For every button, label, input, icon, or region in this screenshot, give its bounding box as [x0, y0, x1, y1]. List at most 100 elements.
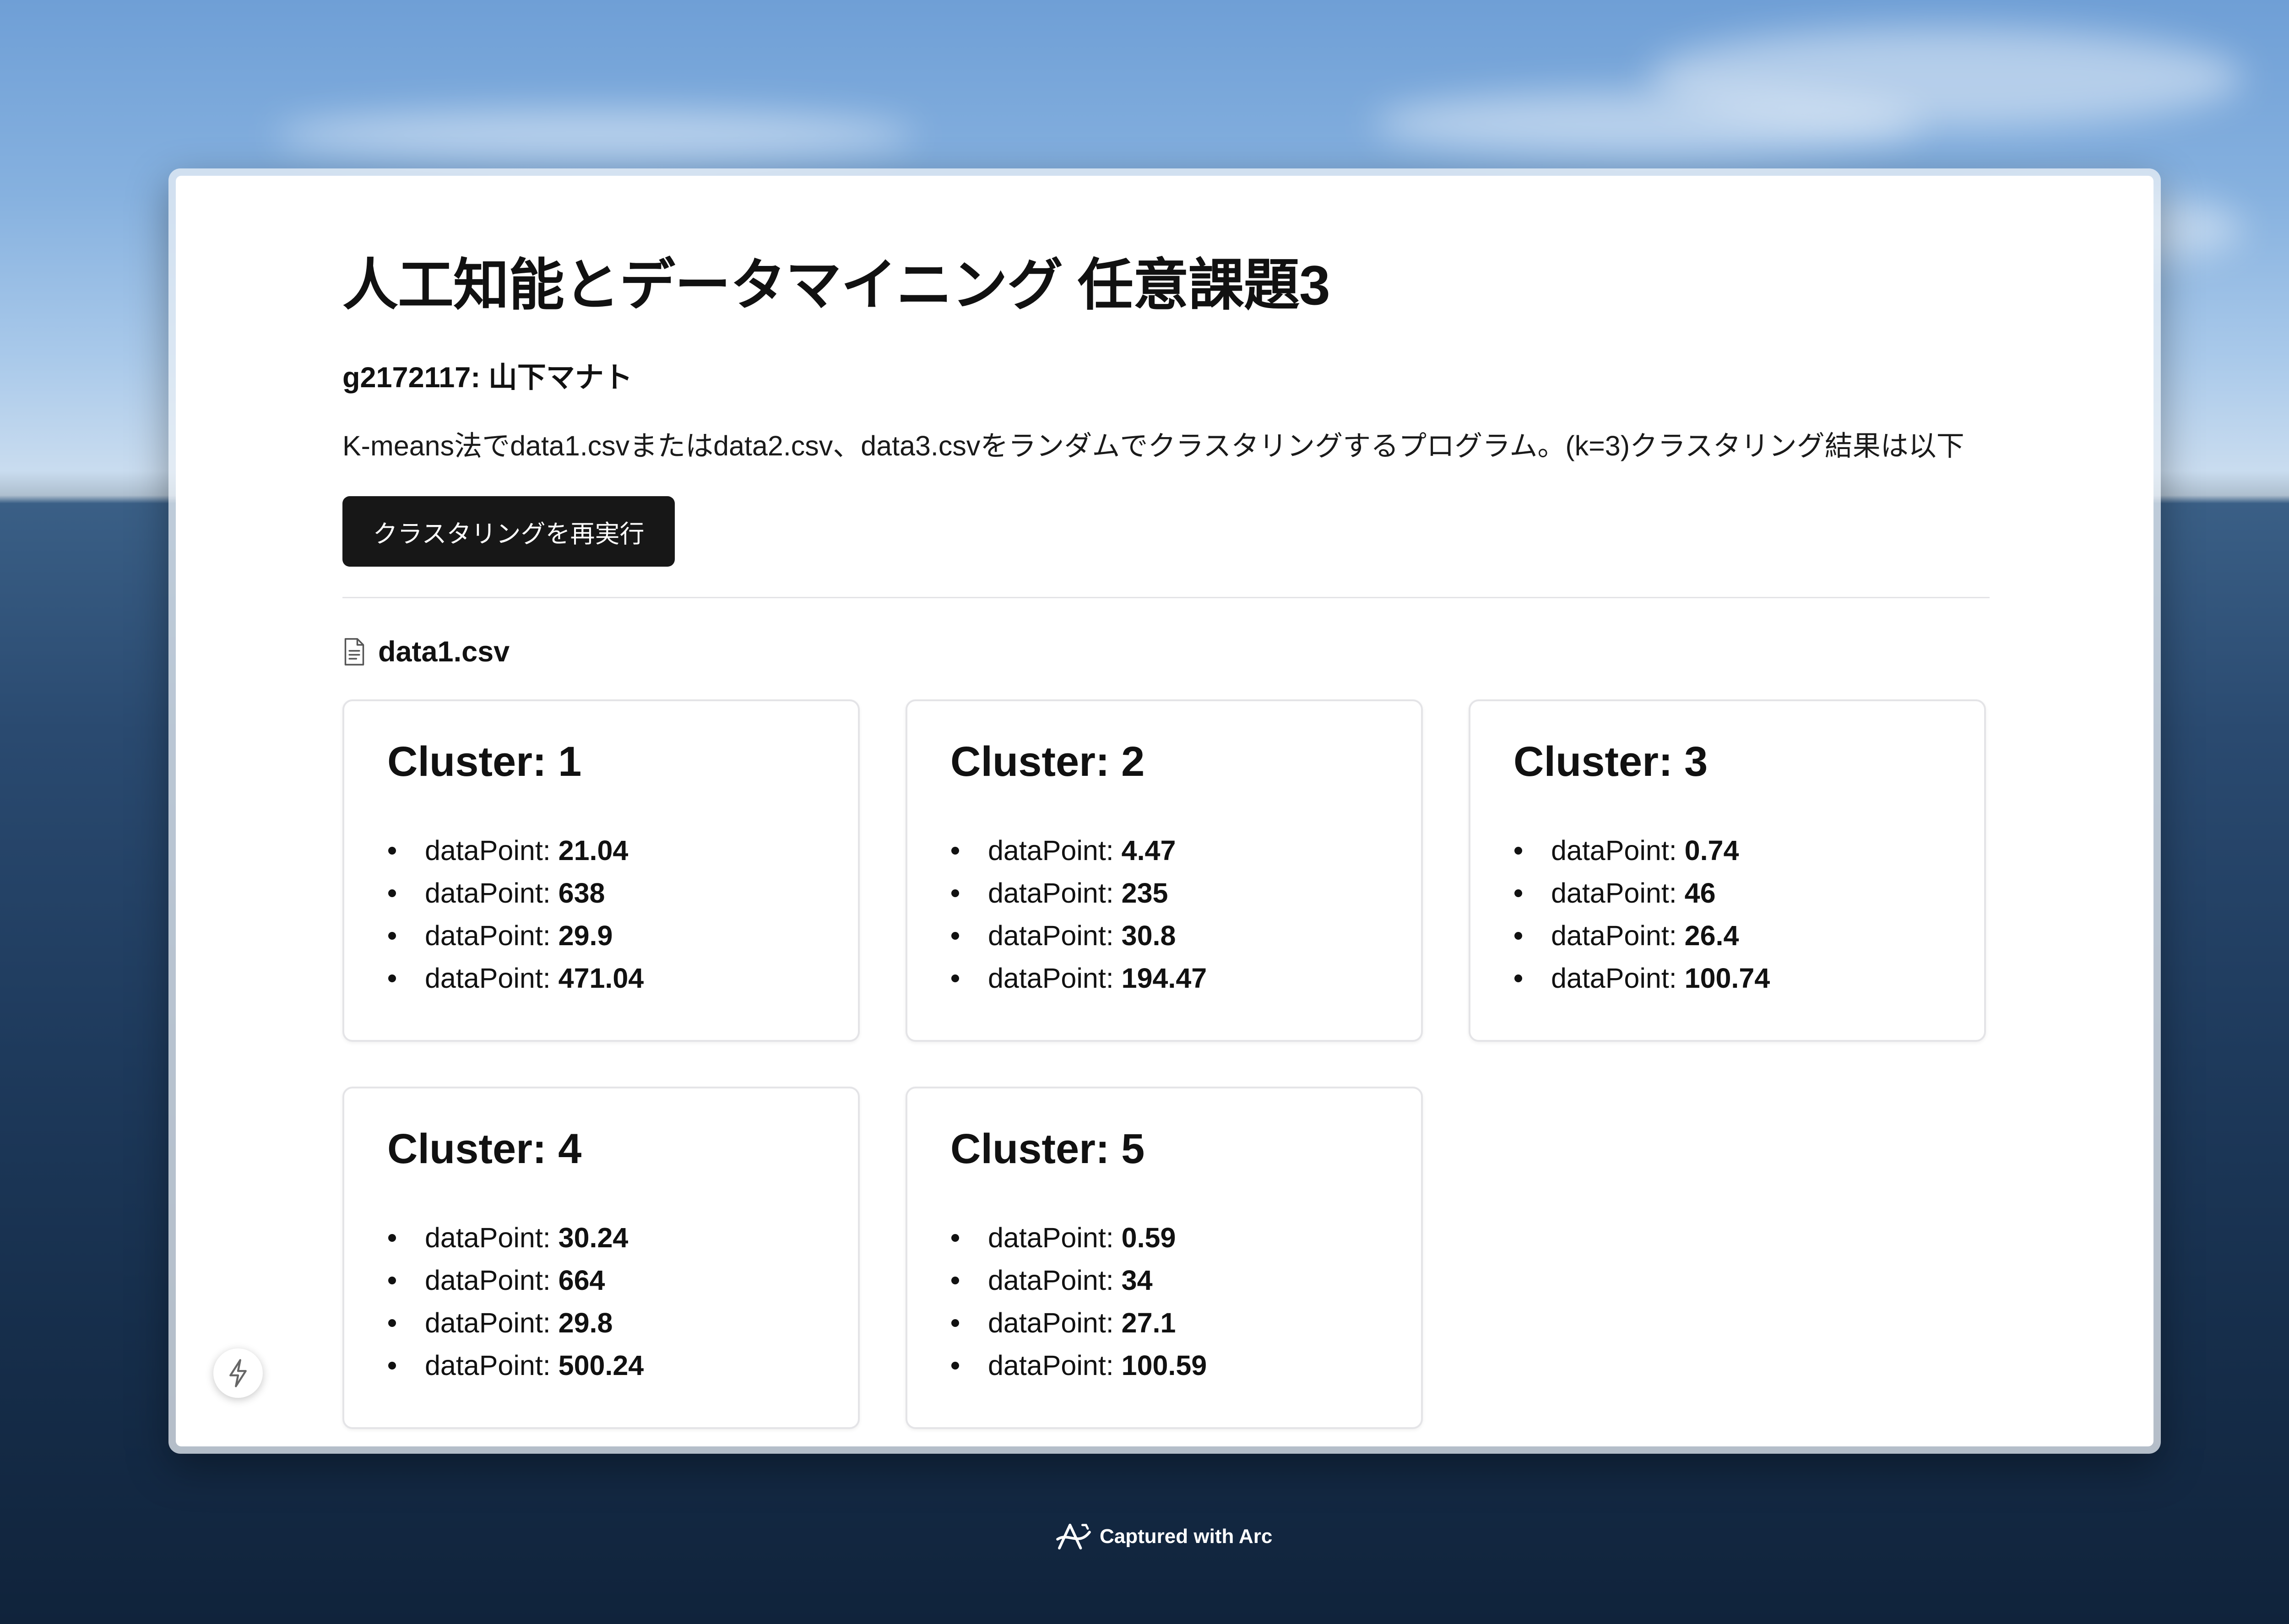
data-point-value: 46: [1684, 877, 1716, 909]
cluster-card: Cluster: 2 dataPoint: 4.47 dataPoint: 235 d…: [906, 699, 1423, 1042]
bullet-icon: [951, 1362, 959, 1370]
data-point-value: 30.8: [1121, 920, 1176, 951]
arc-footer: Captured with Arc: [1056, 1521, 1272, 1553]
data-point-value: 34: [1121, 1265, 1153, 1296]
cluster-title: Cluster: 3: [1513, 738, 1708, 785]
data-point-value: 4.47: [1121, 835, 1176, 866]
data-point-item: dataPoint: 46: [1470, 872, 1770, 915]
data-point-item: dataPoint: 0.74: [1470, 829, 1770, 872]
data-point-item: dataPoint: 638: [344, 872, 644, 915]
data-point-label: dataPoint:: [425, 877, 559, 909]
data-point-label: dataPoint:: [1551, 920, 1685, 951]
bullet-icon: [388, 847, 396, 855]
divider: [342, 597, 1990, 598]
data-point-label: dataPoint:: [1551, 835, 1685, 866]
cluster-title: Cluster: 1: [387, 738, 582, 785]
lightning-bolt-icon: [229, 1359, 247, 1387]
data-point-label: dataPoint:: [1551, 877, 1685, 909]
data-point-item: dataPoint: 29.9: [344, 915, 644, 957]
data-point-value: 194.47: [1121, 963, 1207, 994]
data-point-label: dataPoint:: [425, 835, 559, 866]
data-point-value: 27.1: [1121, 1307, 1176, 1338]
data-point-value: 100.74: [1684, 963, 1770, 994]
bullet-icon: [388, 974, 396, 982]
student-id: g2172117: 山下マナト: [342, 362, 633, 394]
browser-window: 人工知能とデータマイニング 任意課題3 g2172117: 山下マナト K-me…: [168, 168, 2161, 1454]
data-point-label: dataPoint:: [988, 877, 1122, 909]
data-point-value: 26.4: [1684, 920, 1739, 951]
data-point-item: dataPoint: 664: [344, 1259, 644, 1302]
bullet-icon: [951, 889, 959, 897]
data-point-list: dataPoint: 4.47 dataPoint: 235 dataPoint: …: [907, 829, 1207, 1000]
data-point-item: dataPoint: 500.24: [344, 1344, 644, 1387]
cloud: [275, 110, 916, 160]
data-point-value: 100.59: [1121, 1350, 1207, 1381]
data-point-label: dataPoint:: [988, 963, 1122, 994]
data-point-item: dataPoint: 471.04: [344, 957, 644, 1000]
data-point-item: dataPoint: 4.47: [907, 829, 1207, 872]
data-point-value: 0.59: [1121, 1222, 1176, 1253]
cluster-card: Cluster: 3 dataPoint: 0.74 dataPoint: 46 da…: [1469, 699, 1986, 1042]
data-point-label: dataPoint:: [988, 835, 1122, 866]
bullet-icon: [1514, 932, 1522, 940]
data-point-value: 500.24: [558, 1350, 644, 1381]
file-name: data1.csv: [378, 636, 510, 668]
cluster-card: Cluster: 1 dataPoint: 21.04 dataPoint: 638…: [342, 699, 860, 1042]
data-point-item: dataPoint: 34: [907, 1259, 1207, 1302]
cluster-title: Cluster: 4: [387, 1126, 582, 1172]
bullet-icon: [951, 932, 959, 940]
data-point-label: dataPoint:: [988, 1265, 1122, 1296]
data-point-item: dataPoint: 21.04: [344, 829, 644, 872]
data-point-value: 29.8: [558, 1307, 613, 1338]
data-point-label: dataPoint:: [1551, 963, 1685, 994]
data-point-item: dataPoint: 235: [907, 872, 1207, 915]
bullet-icon: [388, 1277, 396, 1284]
data-point-label: dataPoint:: [988, 920, 1122, 951]
description-text: K-means法でdata1.csvまたはdata2.csv、data3.csv…: [342, 430, 1964, 461]
data-point-value: 638: [558, 877, 605, 909]
data-point-label: dataPoint:: [988, 1350, 1122, 1381]
bullet-icon: [951, 1277, 959, 1284]
data-point-label: dataPoint:: [988, 1222, 1122, 1253]
cloud: [1373, 92, 1923, 156]
cluster-title: Cluster: 2: [950, 738, 1145, 785]
bullet-icon: [951, 1234, 959, 1242]
data-point-label: dataPoint:: [425, 963, 559, 994]
data-point-item: dataPoint: 0.59: [907, 1217, 1207, 1259]
data-point-value: 664: [558, 1265, 605, 1296]
data-point-item: dataPoint: 100.59: [907, 1344, 1207, 1387]
file-header: data1.csv: [342, 633, 510, 670]
page-title: 人工知能とデータマイニング 任意課題3: [342, 254, 1330, 316]
cluster-title: Cluster: 5: [950, 1126, 1145, 1172]
bullet-icon: [388, 1234, 396, 1242]
bullet-icon: [1514, 847, 1522, 855]
floating-action-button[interactable]: [213, 1348, 263, 1398]
cluster-card: Cluster: 5 dataPoint: 0.59 dataPoint: 34 da…: [906, 1087, 1423, 1429]
data-point-item: dataPoint: 30.8: [907, 915, 1207, 957]
data-point-item: dataPoint: 29.8: [344, 1302, 644, 1344]
cluster-card: Cluster: 4 dataPoint: 30.24 dataPoint: 664…: [342, 1087, 860, 1429]
bullet-icon: [951, 974, 959, 982]
data-point-label: dataPoint:: [425, 1350, 559, 1381]
bullet-icon: [951, 847, 959, 855]
data-point-label: dataPoint:: [425, 920, 559, 951]
arc-logo-icon: [1056, 1523, 1091, 1550]
data-point-value: 235: [1121, 877, 1168, 909]
data-point-item: dataPoint: 26.4: [1470, 915, 1770, 957]
bullet-icon: [1514, 974, 1522, 982]
data-point-value: 29.9: [558, 920, 613, 951]
data-point-label: dataPoint:: [425, 1222, 559, 1253]
bullet-icon: [388, 889, 396, 897]
data-point-item: dataPoint: 194.47: [907, 957, 1207, 1000]
data-point-value: 0.74: [1684, 835, 1739, 866]
data-point-label: dataPoint:: [988, 1307, 1122, 1338]
arc-caption-text: Captured with Arc: [1100, 1525, 1273, 1548]
data-point-value: 30.24: [558, 1222, 629, 1253]
web-page: 人工知能とデータマイニング 任意課題3 g2172117: 山下マナト K-me…: [176, 176, 2153, 1446]
bullet-icon: [951, 1319, 959, 1327]
data-point-label: dataPoint:: [425, 1265, 559, 1296]
bullet-icon: [388, 932, 396, 940]
bullet-icon: [1514, 889, 1522, 897]
rerun-clustering-button[interactable]: クラスタリングを再実行: [342, 496, 675, 567]
file-text-icon: [344, 638, 364, 666]
